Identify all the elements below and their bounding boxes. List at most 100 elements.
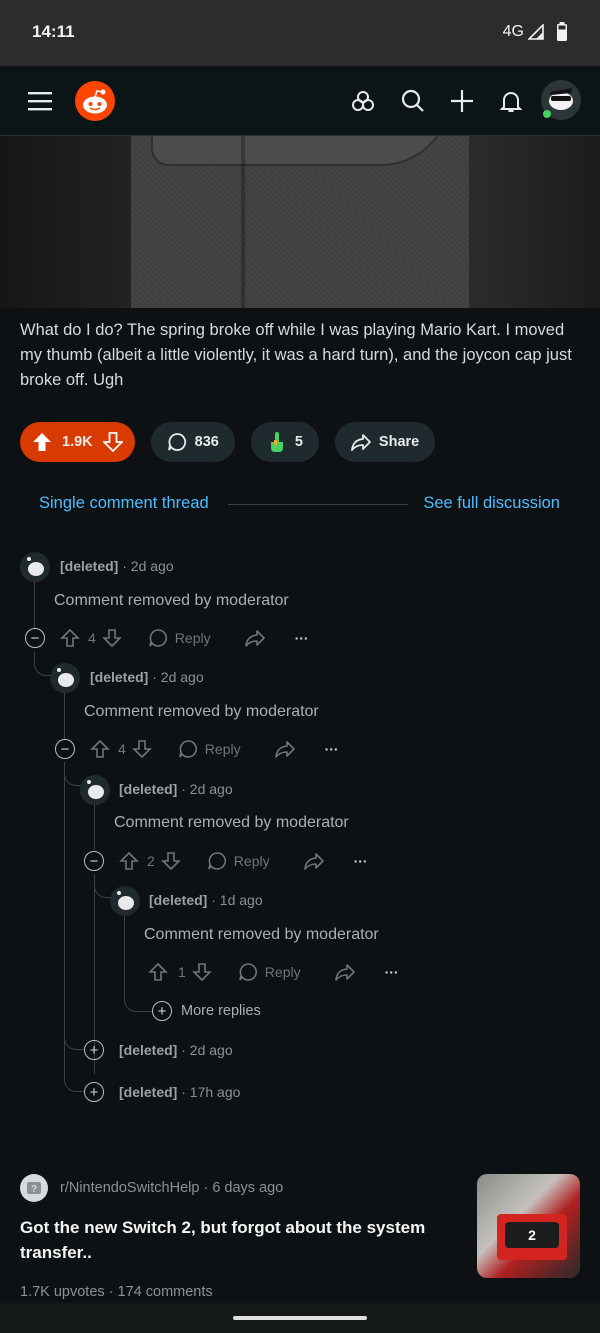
vote-pill: 1.9K: [20, 422, 135, 462]
comment-author[interactable]: [deleted]: [60, 558, 118, 574]
more-options-icon[interactable]: ···: [325, 741, 339, 757]
upvote-outline-icon[interactable]: [148, 962, 168, 982]
reply-label: Reply: [233, 853, 270, 869]
comment-text: Comment removed by moderator: [54, 592, 289, 609]
downvote-outline-icon[interactable]: [191, 962, 212, 982]
thread-elbow: [34, 652, 52, 676]
share-button[interactable]: Share: [334, 422, 436, 462]
recommended-title[interactable]: Got the new Switch 2, but forgot about t…: [20, 1215, 440, 1265]
media-blur-left: [0, 136, 131, 308]
thread-nav-divider: [228, 504, 408, 505]
thread-elbow: [94, 874, 112, 898]
reply-button[interactable]: Reply: [207, 851, 270, 871]
menu-icon[interactable]: [22, 83, 58, 119]
status-bar: 14:11 4G: [0, 0, 600, 66]
comment-author[interactable]: [deleted]: [149, 892, 207, 908]
more-options-icon[interactable]: ···: [354, 853, 368, 869]
snoo-icon: [57, 668, 74, 687]
comment-meta: [deleted] · 2d ago: [60, 558, 174, 574]
expand-plus-icon[interactable]: +: [84, 1082, 104, 1102]
recommended-thumbnail[interactable]: 2: [477, 1174, 580, 1278]
avatar[interactable]: [110, 886, 140, 916]
downvote-outline-icon[interactable]: [160, 851, 181, 871]
comment-score: 4: [88, 630, 96, 646]
share-icon[interactable]: [274, 739, 295, 759]
upvote-outline-icon[interactable]: [60, 628, 80, 648]
comment-author[interactable]: [deleted]: [119, 781, 177, 797]
reply-icon: [239, 963, 257, 981]
more-options-icon[interactable]: ···: [295, 630, 309, 646]
avatar[interactable]: [80, 775, 110, 805]
subreddit-icon[interactable]: ?: [20, 1174, 48, 1202]
reddit-logo-icon[interactable]: [74, 80, 116, 122]
comment-age: 2d ago: [189, 1042, 233, 1058]
comment-icon: [167, 433, 186, 451]
comment-score: 2: [147, 853, 155, 869]
comment-age: 2d ago: [189, 781, 233, 797]
share-icon[interactable]: [244, 628, 265, 648]
comment-score: 4: [118, 741, 126, 757]
reply-icon: [208, 852, 226, 870]
collapse-icon[interactable]: −: [55, 739, 75, 759]
svg-text:?: ?: [31, 1184, 37, 1195]
bell-icon[interactable]: [493, 83, 529, 119]
upvote-outline-icon[interactable]: [90, 739, 110, 759]
comments-button[interactable]: 836: [150, 422, 235, 462]
gesture-nav-bar: [0, 1303, 600, 1333]
expand-plus-icon[interactable]: +: [152, 1001, 172, 1021]
thread-line: [64, 762, 65, 1062]
share-icon: [351, 434, 371, 451]
thumb-screen: 2: [505, 1222, 559, 1248]
comment-author[interactable]: [deleted]: [119, 1084, 177, 1100]
post-image[interactable]: [131, 136, 469, 308]
avatar[interactable]: [20, 552, 50, 582]
avatar[interactable]: [540, 79, 582, 121]
subreddit-name[interactable]: r/NintendoSwitchHelp: [60, 1180, 199, 1196]
more-replies-link[interactable]: More replies: [181, 1003, 261, 1019]
share-icon[interactable]: [334, 962, 355, 982]
downvote-icon[interactable]: [102, 432, 123, 452]
reply-icon: [149, 629, 167, 647]
search-icon[interactable]: [395, 83, 431, 119]
more-options-icon[interactable]: ···: [385, 964, 399, 980]
post-media[interactable]: [0, 136, 600, 308]
share-icon[interactable]: [303, 851, 324, 871]
single-thread-link[interactable]: Single comment thread: [39, 494, 209, 513]
comment-meta: [deleted] · 2d ago: [119, 781, 233, 797]
downvote-outline-icon[interactable]: [131, 739, 152, 759]
reply-button[interactable]: Reply: [178, 739, 241, 759]
recommended-post[interactable]: ? r/NintendoSwitchHelp · 6 days ago Got …: [0, 1160, 600, 1310]
full-discussion-link[interactable]: See full discussion: [423, 494, 560, 513]
post-age: 6 days ago: [212, 1180, 284, 1196]
collapse-icon[interactable]: −: [25, 628, 45, 648]
reply-icon: [179, 740, 197, 758]
upvote-icon[interactable]: [32, 432, 52, 452]
comment-actions: 2 Reply ···: [119, 849, 368, 873]
award-hand-icon: [270, 432, 283, 452]
communities-icon[interactable]: [345, 83, 381, 119]
home-handle[interactable]: [233, 1316, 367, 1320]
collapsed-comment[interactable]: [deleted] · 17h ago: [119, 1084, 240, 1100]
comment-author[interactable]: [deleted]: [119, 1042, 177, 1058]
image-console-shape: [151, 136, 451, 166]
collapse-icon[interactable]: −: [84, 851, 104, 871]
reply-button[interactable]: Reply: [238, 962, 301, 982]
comment-author[interactable]: [deleted]: [90, 669, 148, 685]
create-plus-icon[interactable]: [444, 83, 480, 119]
comment-age: 2d ago: [130, 558, 174, 574]
recommended-meta: r/NintendoSwitchHelp · 6 days ago: [60, 1180, 284, 1196]
upvote-outline-icon[interactable]: [119, 851, 139, 871]
comment-actions: 4 Reply ···: [90, 737, 339, 761]
collapsed-comment[interactable]: [deleted] · 2d ago: [119, 1042, 233, 1058]
battery-icon: [557, 22, 567, 41]
expand-plus-icon[interactable]: +: [84, 1040, 104, 1060]
comment-thread: [deleted] · 2d ago Comment removed by mo…: [0, 540, 600, 1120]
downvote-outline-icon[interactable]: [101, 628, 122, 648]
image-fold: [241, 136, 245, 308]
reply-button[interactable]: Reply: [148, 628, 211, 648]
vote-count: 1.9K: [62, 434, 93, 450]
avatar[interactable]: [50, 663, 80, 693]
reply-label: Reply: [264, 964, 301, 980]
award-button[interactable]: 5: [250, 422, 319, 462]
thread-elbow: [64, 1060, 84, 1092]
